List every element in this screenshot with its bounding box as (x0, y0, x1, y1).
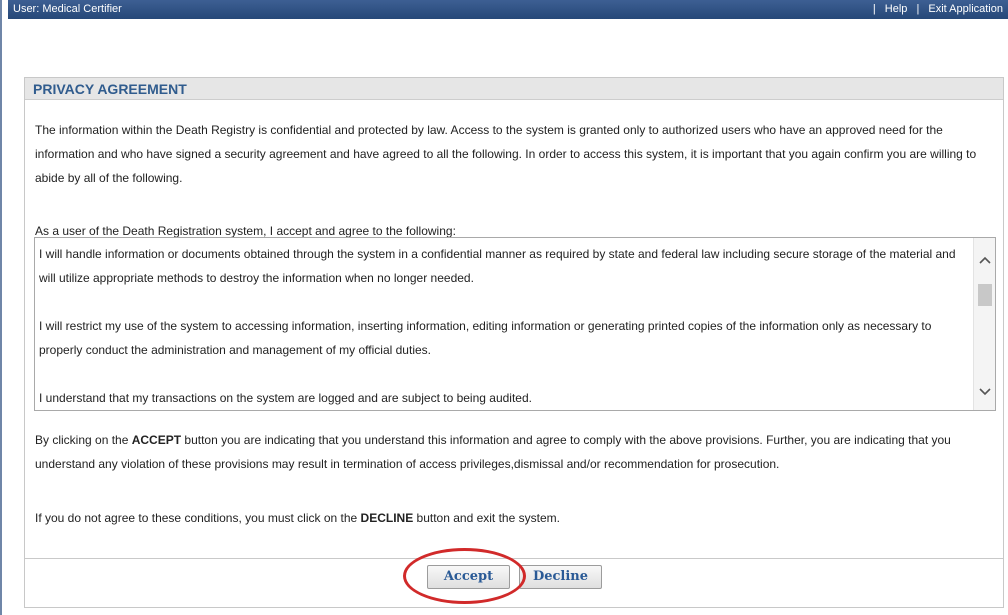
chevron-up-icon[interactable] (979, 255, 991, 267)
scrollbar-thumb[interactable] (978, 284, 992, 306)
panel-title: PRIVACY AGREEMENT (25, 78, 1003, 100)
decline-explanation: If you do not agree to these conditions,… (35, 506, 1000, 530)
header-links: | Help | Exit Application (870, 0, 1006, 19)
top-bar: User: Medical Certifier | Help | Exit Ap… (8, 0, 1008, 19)
separator: | (872, 3, 876, 15)
confidentiality-paragraph: The information within the Death Registr… (35, 123, 977, 185)
vertical-scrollbar[interactable] (973, 238, 995, 410)
decline-post: button and exit the system. (413, 511, 560, 525)
user-label: User: Medical Certifier (13, 3, 122, 15)
decline-keyword: DECLINE (360, 511, 414, 525)
terms-list: I will handle information or documents o… (39, 242, 971, 434)
left-border (0, 0, 2, 615)
accept-pre: By clicking on the (35, 433, 132, 447)
term-item: I will restrict my use of the system to … (39, 319, 932, 357)
chevron-down-icon[interactable] (979, 385, 991, 397)
separator: | (916, 3, 920, 15)
exit-application-link[interactable]: Exit Application (928, 3, 1003, 15)
help-link[interactable]: Help (885, 3, 908, 15)
button-divider (25, 558, 1003, 559)
accept-keyword: ACCEPT (131, 433, 182, 447)
accept-button[interactable]: Accept (427, 565, 510, 589)
term-item: I will handle information or documents o… (39, 247, 956, 285)
privacy-agreement-panel: PRIVACY AGREEMENT The information within… (24, 77, 1004, 608)
terms-scroll-box[interactable]: I will handle information or documents o… (34, 237, 996, 411)
term-item: I understand that my transactions on the… (39, 391, 532, 405)
decline-pre: If you do not agree to these conditions,… (35, 511, 361, 525)
accept-explanation: By clicking on the ACCEPT button you are… (35, 428, 1000, 476)
decline-button[interactable]: Decline (519, 565, 602, 589)
